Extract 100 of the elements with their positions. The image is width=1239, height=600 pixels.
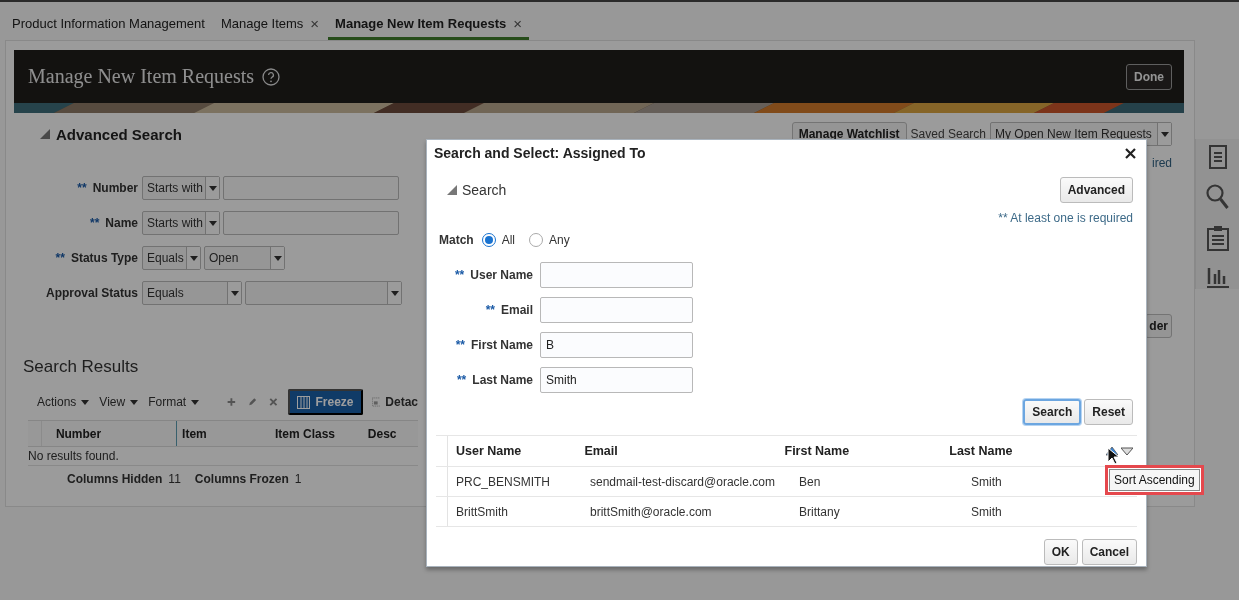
dropdown[interactable]: Open xyxy=(204,246,285,270)
table-cell: Smith xyxy=(971,474,1002,489)
required-marker: ** xyxy=(55,251,65,265)
sort-descending-icon[interactable] xyxy=(1121,446,1133,456)
required-note: ired xyxy=(1152,156,1172,170)
radio-button[interactable] xyxy=(529,233,543,247)
column-header: Email xyxy=(584,444,618,458)
input-field[interactable] xyxy=(540,262,693,288)
section-title: Search xyxy=(462,182,507,198)
advanced-button[interactable]: Advanced xyxy=(1059,177,1133,203)
table-cell: Smith xyxy=(971,504,1002,519)
table-cell: BrittSmith xyxy=(456,504,508,519)
field-label: Number xyxy=(92,181,138,195)
radio-button[interactable] xyxy=(481,233,496,247)
done-button[interactable]: Done xyxy=(1126,63,1172,90)
tab-close-button[interactable]: × xyxy=(513,15,523,32)
column-header: Item xyxy=(181,426,207,441)
caret-icon xyxy=(208,185,217,191)
table-cell: PRC_BENSMITH xyxy=(456,474,550,489)
field-label: Name xyxy=(105,216,138,230)
section-title: Advanced Search xyxy=(56,125,182,143)
match-label: Match xyxy=(439,233,474,247)
field-label: Last Name xyxy=(472,373,533,387)
document-icon[interactable] xyxy=(1208,145,1227,169)
required-marker: ** xyxy=(454,268,465,282)
required-marker: ** xyxy=(89,216,100,230)
field-label: Status Type xyxy=(70,251,138,265)
required-marker: ** xyxy=(455,338,465,352)
empty-message: No results found. xyxy=(28,447,418,466)
required-marker: ** xyxy=(485,303,495,317)
column-header: Item Class xyxy=(273,426,335,441)
detach-icon xyxy=(371,395,381,409)
input-field[interactable]: B xyxy=(540,332,693,358)
column-header: Desc xyxy=(366,426,397,441)
caret-icon xyxy=(273,255,282,261)
dropdown[interactable]: Starts with xyxy=(142,176,220,200)
partial-button[interactable]: der xyxy=(1145,314,1172,338)
columns-icon xyxy=(296,395,310,409)
tab-close-button[interactable]: × xyxy=(310,15,320,32)
tooltip: Sort Ascending xyxy=(1109,469,1200,491)
collapse-triangle-icon[interactable] xyxy=(447,185,457,195)
menu[interactable]: Actions xyxy=(37,395,90,409)
input-field[interactable] xyxy=(223,176,399,200)
table-cell: brittSmith@oracle.com xyxy=(590,504,712,519)
detach-button[interactable]: Detac xyxy=(385,395,418,409)
field-label: First Name xyxy=(470,338,533,352)
saved-search-label: Saved Search xyxy=(910,127,986,141)
footer-label: Columns Hidden xyxy=(67,472,163,486)
dropdown[interactable] xyxy=(245,281,402,305)
input-field[interactable] xyxy=(540,297,693,323)
radio-label: Any xyxy=(549,233,570,247)
freeze-button[interactable]: Freeze xyxy=(287,389,363,415)
field-label: Approval Status xyxy=(46,286,138,300)
caret-icon xyxy=(230,290,239,296)
caret-icon xyxy=(1160,131,1169,137)
reset-button[interactable]: Reset xyxy=(1084,399,1133,425)
search-button[interactable]: Search xyxy=(1023,399,1082,425)
collapse-triangle-icon[interactable] xyxy=(40,129,50,139)
dialog-title: Search and Select: Assigned To xyxy=(434,145,646,161)
tab[interactable]: Product Information Management xyxy=(5,10,212,40)
column-header: First Name xyxy=(784,444,850,458)
dropdown[interactable]: Starts with xyxy=(142,211,220,235)
input-field[interactable] xyxy=(223,211,399,235)
close-icon[interactable] xyxy=(1125,147,1136,159)
section-title: Search Results xyxy=(23,356,139,378)
dialog-button[interactable]: Cancel xyxy=(1081,539,1137,565)
dropdown[interactable]: Equals xyxy=(142,281,242,305)
page-title: Manage New Item Requests xyxy=(28,65,255,88)
table-cell: Ben xyxy=(799,474,821,489)
required-marker: ** xyxy=(77,181,87,195)
radio-label: All xyxy=(501,233,515,247)
dropdown[interactable]: Equals xyxy=(142,246,201,270)
field-label: User Name xyxy=(470,268,533,282)
column-header: Number xyxy=(54,426,102,441)
table-cell: sendmail-test-discard@oracle.com xyxy=(590,474,775,489)
footer-label: Columns Frozen xyxy=(194,472,289,486)
footer-value: 11 xyxy=(168,472,181,486)
input-field[interactable]: Smith xyxy=(540,367,693,393)
required-marker: ** xyxy=(456,373,467,387)
caret-icon xyxy=(390,290,399,296)
caret-icon xyxy=(191,399,200,405)
menu[interactable]: View xyxy=(99,395,139,409)
caret-icon xyxy=(130,399,139,405)
menu[interactable]: Format xyxy=(148,395,200,409)
caret-icon xyxy=(81,399,90,405)
clipboard-icon[interactable] xyxy=(1206,225,1229,251)
add-icon[interactable] xyxy=(227,395,236,409)
footer-value: 1 xyxy=(294,472,302,486)
search-icon[interactable] xyxy=(1205,184,1230,210)
caret-icon xyxy=(208,220,217,226)
table-cell: Brittany xyxy=(799,504,840,519)
field-label: Email xyxy=(501,303,533,317)
column-header: Last Name xyxy=(949,444,1013,458)
column-header: User Name xyxy=(456,444,522,458)
tab[interactable]: Manage Items × xyxy=(213,10,327,40)
help-icon[interactable] xyxy=(262,67,281,86)
dialog-button[interactable]: OK xyxy=(1043,539,1078,565)
required-note: ** At least one is required xyxy=(998,211,1133,225)
caret-icon xyxy=(189,255,198,261)
bar-chart-icon[interactable] xyxy=(1206,266,1229,288)
